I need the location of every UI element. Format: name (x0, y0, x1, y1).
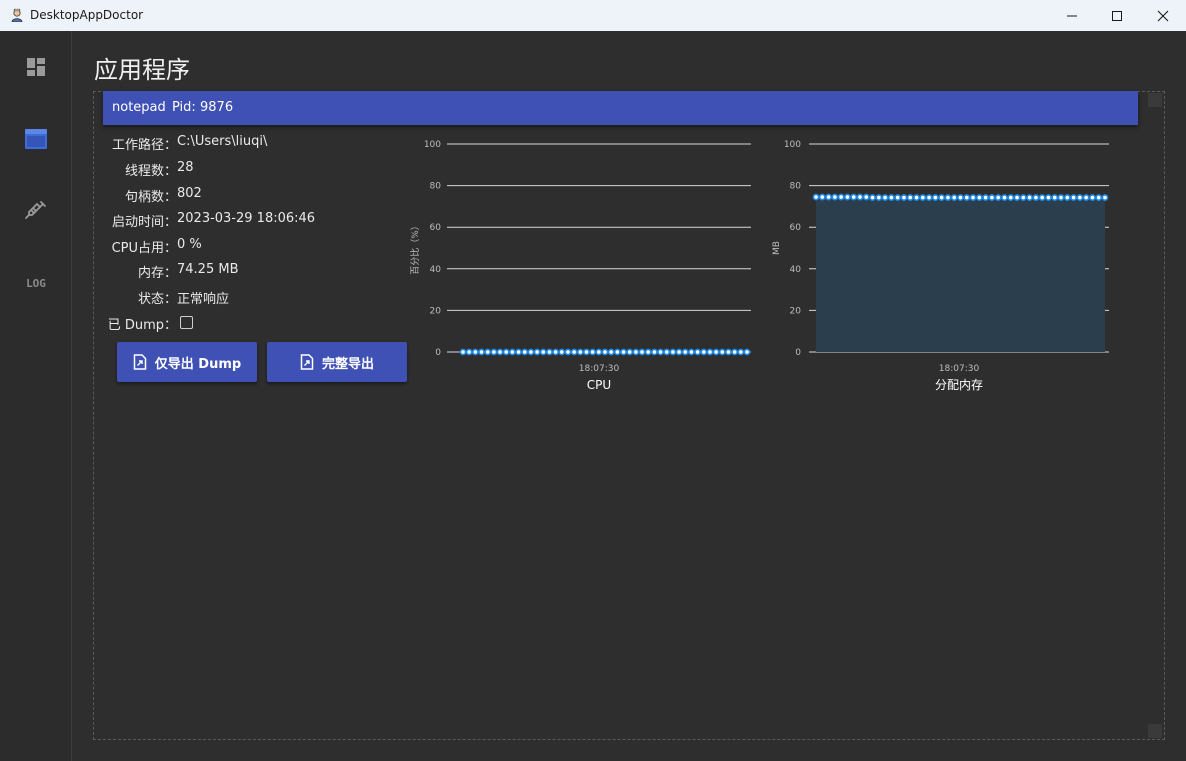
app-doctor-icon (11, 8, 23, 22)
info-value: 正常响应 (177, 292, 230, 307)
full-export-button[interactable]: 完整导出 (267, 342, 407, 382)
sidebar: LOG (0, 31, 72, 761)
syringe-icon (25, 201, 46, 219)
maximize-button[interactable] (1094, 0, 1140, 31)
process-header: notepad Pid: 9876 (103, 91, 1138, 125)
page-title: 应用程序 (94, 56, 190, 84)
process-panel (93, 91, 1165, 740)
export-file-icon (133, 354, 147, 370)
info-label: 内存： (137, 266, 177, 281)
pid-label: Pid: (172, 100, 196, 115)
minimize-button[interactable] (1049, 0, 1095, 31)
dumped-checkbox[interactable] (180, 316, 193, 329)
sidebar-item-dashboard[interactable] (0, 47, 72, 87)
scroll-up-button[interactable] (1148, 93, 1162, 107)
dashboard-icon (27, 58, 45, 76)
info-label: 句柄数： (124, 190, 177, 205)
info-value: 2023-03-29 18:06:46 (177, 211, 316, 226)
info-value: 802 (177, 186, 202, 201)
info-value: 74.25 MB (177, 262, 239, 277)
process-name: notepad (112, 100, 166, 115)
window-title: DesktopAppDoctor (30, 8, 144, 22)
info-label: 状态： (137, 292, 177, 307)
title-bar: DesktopAppDoctor (0, 0, 1186, 31)
info-label: 已 Dump： (107, 318, 177, 333)
info-value: C:\Users\liuqi\ (177, 134, 268, 149)
sidebar-item-log[interactable]: LOG (0, 263, 72, 303)
info-value: 0 % (177, 237, 202, 252)
pid-value: 9876 (200, 100, 234, 115)
export-dump-button[interactable]: 仅导出 Dump (117, 342, 257, 382)
info-label: 工作路径： (111, 138, 177, 153)
close-icon (1157, 10, 1169, 21)
sidebar-item-inject[interactable] (0, 191, 72, 231)
info-label: 启动时间： (111, 215, 177, 230)
scroll-down-button[interactable] (1148, 724, 1162, 738)
export-file-icon (300, 354, 314, 370)
sidebar-item-applications[interactable] (0, 119, 72, 159)
maximize-icon (1112, 10, 1122, 21)
info-label: CPU占用： (111, 241, 177, 256)
close-button[interactable] (1140, 0, 1186, 31)
log-label: LOG (26, 276, 46, 290)
info-value: 28 (177, 160, 194, 175)
minimize-icon (1067, 15, 1077, 16)
info-label: 线程数： (124, 164, 177, 179)
full-export-label: 完整导出 (321, 356, 374, 372)
export-dump-label: 仅导出 Dump (154, 356, 242, 372)
window-icon (25, 129, 47, 149)
